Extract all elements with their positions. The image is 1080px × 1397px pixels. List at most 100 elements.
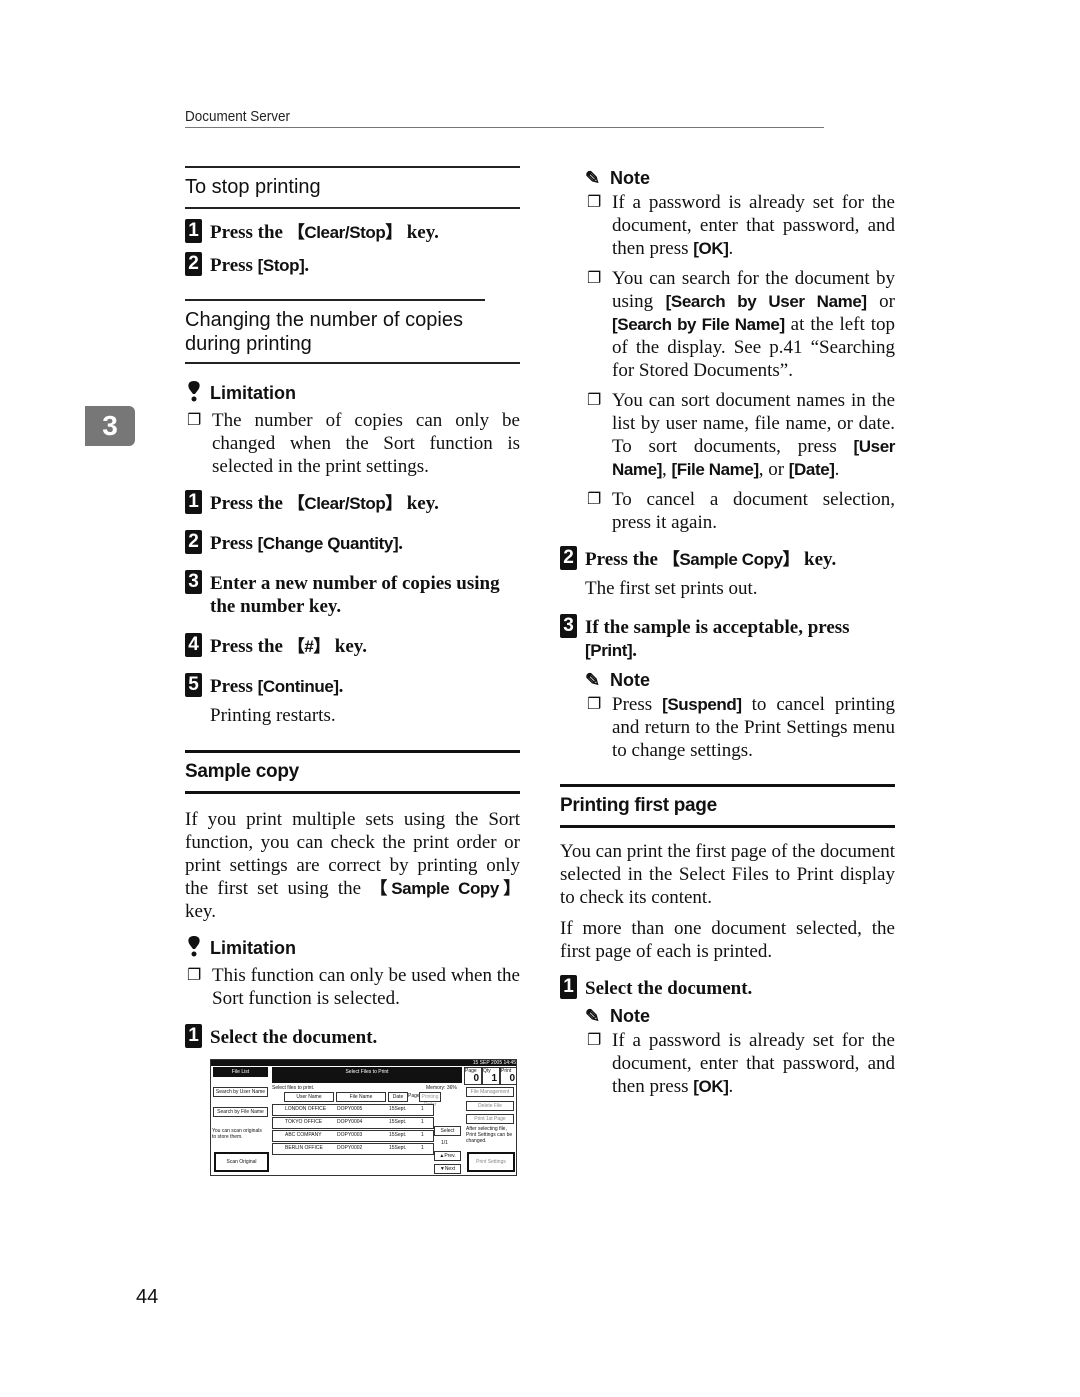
date: 15Sept. [389, 1106, 407, 1112]
user-name: ABC COMPANY [285, 1132, 322, 1138]
key-label: [OK] [693, 1077, 729, 1096]
step: 2 Press [Change Quantity]. [185, 530, 520, 555]
search-by-user-name-button[interactable]: Search by User Name [213, 1087, 268, 1097]
first-page-para: If more than one document selected, the … [560, 918, 895, 962]
search-by-file-name-button[interactable]: Search by File Name [213, 1107, 268, 1117]
key-label: [Change Quantity] [257, 534, 399, 553]
file-row[interactable]: BERLIN OFFICE DOPY0002 15Sept. 1 [272, 1143, 434, 1155]
step-text: Press [210, 533, 258, 554]
screen-title: Select Files to Print [272, 1067, 462, 1083]
scan-original-button[interactable]: Scan Original [214, 1152, 269, 1172]
running-header: Document Server [185, 108, 824, 128]
scan-hint: You can scan originals to store them. [212, 1128, 262, 1140]
step-number: 3 [185, 570, 202, 594]
note-item: ❐ To cancel a document selection, press … [560, 488, 895, 534]
prev-button[interactable]: ▲Prev. [434, 1151, 461, 1161]
file-row[interactable]: ABC COMPANY DOPY0003 15Sept. 1 [272, 1130, 434, 1142]
first-page-para: You can print the first page of the docu… [560, 841, 895, 908]
step: 2 Press [Stop]. [185, 252, 520, 277]
after-select-hint: After selecting file, Print Settings can… [466, 1126, 513, 1144]
user-name: TOKYO OFFICE [285, 1119, 323, 1125]
file-row[interactable]: TOKYO OFFICE DOPY0004 15Sept. 1 [272, 1117, 434, 1129]
sort-user-name-button[interactable]: User Name [284, 1092, 334, 1102]
note-header: ✎ Note [585, 168, 895, 189]
qty-counter: Qty 1 [482, 1067, 500, 1085]
user-name: BERLIN OFFICE [285, 1145, 323, 1151]
step: 1 Select the document. [560, 975, 895, 1000]
print-first-page-button[interactable]: Print 1st Page [466, 1114, 514, 1124]
page-count: 1 [421, 1106, 424, 1112]
file-row[interactable]: LONDON OFFICE DOPY0005 15Sept. 1 [272, 1104, 434, 1116]
file-name: DOPY0003 [337, 1132, 363, 1138]
file-list-tab[interactable]: File List [213, 1067, 268, 1077]
checkbox-bullet-icon: ❐ [187, 967, 202, 984]
note-text: . [834, 459, 840, 480]
note-header: ✎ Note [585, 670, 895, 691]
step-number: 2 [185, 530, 202, 554]
key-label: 【Sample Copy】 [370, 879, 521, 898]
step-text: key. [799, 549, 837, 570]
select-button[interactable]: Select [434, 1126, 461, 1136]
page-count: 1 [421, 1145, 424, 1151]
step-text: key. [330, 636, 367, 657]
file-name: DOPY0005 [337, 1106, 363, 1112]
pencil-icon: ✎ [585, 1006, 601, 1026]
limitation-item: ❐ This function can only be used when th… [185, 964, 520, 1010]
note-text: To cancel a document selection, press it… [612, 489, 895, 533]
file-name: DOPY0004 [337, 1119, 363, 1125]
print-settings-button[interactable]: Print Settings [467, 1152, 515, 1172]
limitation-text: The number of copies can only be changed… [212, 410, 520, 477]
step-text: Press [210, 255, 258, 276]
checkbox-bullet-icon: ❐ [587, 696, 602, 713]
delete-file-button[interactable]: Delete File [466, 1101, 514, 1111]
file-management-button[interactable]: File Management [466, 1087, 514, 1097]
sort-date-button[interactable]: Date [388, 1092, 408, 1102]
page-column-label: Page [408, 1093, 420, 1099]
key-label: 【Clear/Stop】 [287, 223, 403, 242]
step-number: 1 [560, 975, 577, 999]
step: 5 Press [Continue]. [185, 673, 520, 698]
step-result: The first set prints out. [585, 578, 758, 599]
limitation-title: Limitation [210, 938, 296, 958]
pencil-icon: ✎ [585, 670, 601, 690]
checkbox-bullet-icon: ❐ [587, 194, 602, 211]
sample-copy-intro: If you print multiple sets using the Sor… [185, 808, 520, 923]
note-item: ❐ Press [Suspend] to cancel printing and… [560, 693, 895, 762]
limitation-header: Limitation [185, 380, 520, 407]
file-name: DOPY0002 [337, 1145, 363, 1151]
user-name: LONDON OFFICE [285, 1106, 327, 1112]
step-text: . [338, 676, 344, 697]
step: 3 If the sample is acceptable, press [Pr… [560, 614, 895, 662]
limitation-title: Limitation [210, 383, 296, 403]
sort-file-name-button[interactable]: File Name [336, 1092, 386, 1102]
step: 1 Press the 【Clear/Stop】 key. [185, 490, 520, 515]
step-result: Printing restarts. [210, 705, 336, 726]
step-text: . [632, 640, 637, 661]
limitation-icon [185, 935, 207, 962]
date: 15Sept. [389, 1145, 407, 1151]
printing-order-button[interactable]: Printing Order [419, 1092, 441, 1108]
step-text: . [304, 255, 310, 276]
page-count: 1 [421, 1119, 424, 1125]
limitation-text: This function can only be used when the … [212, 965, 520, 1009]
page-indicator: 1/1 [441, 1140, 448, 1146]
note-text: . [728, 238, 734, 259]
step-text: Press the [210, 636, 288, 657]
limitation-item: ❐ The number of copies can only be chang… [185, 409, 520, 478]
step-text: Enter a new number of copies using the n… [210, 573, 500, 617]
left-column: To stop printing 1 Press the 【Clear/Stop… [185, 166, 520, 1176]
note-text: If a password is already set for the doc… [612, 1030, 895, 1097]
next-button[interactable]: ▼Next [434, 1164, 461, 1174]
note-header: ✎ Note [585, 1006, 895, 1027]
note-title: Note [610, 670, 650, 690]
key-label: [Continue] [257, 677, 339, 696]
counter-value: 0 [473, 1073, 479, 1084]
key-label: [OK] [693, 239, 729, 258]
counter-value: 0 [509, 1073, 515, 1084]
intro-text: key. [185, 901, 216, 922]
step-number: 1 [185, 1024, 202, 1048]
key-label: 【#】 [287, 637, 331, 656]
note-text: If a password is already set for the doc… [612, 192, 895, 259]
limitation-icon [185, 380, 207, 407]
note-title: Note [610, 168, 650, 188]
